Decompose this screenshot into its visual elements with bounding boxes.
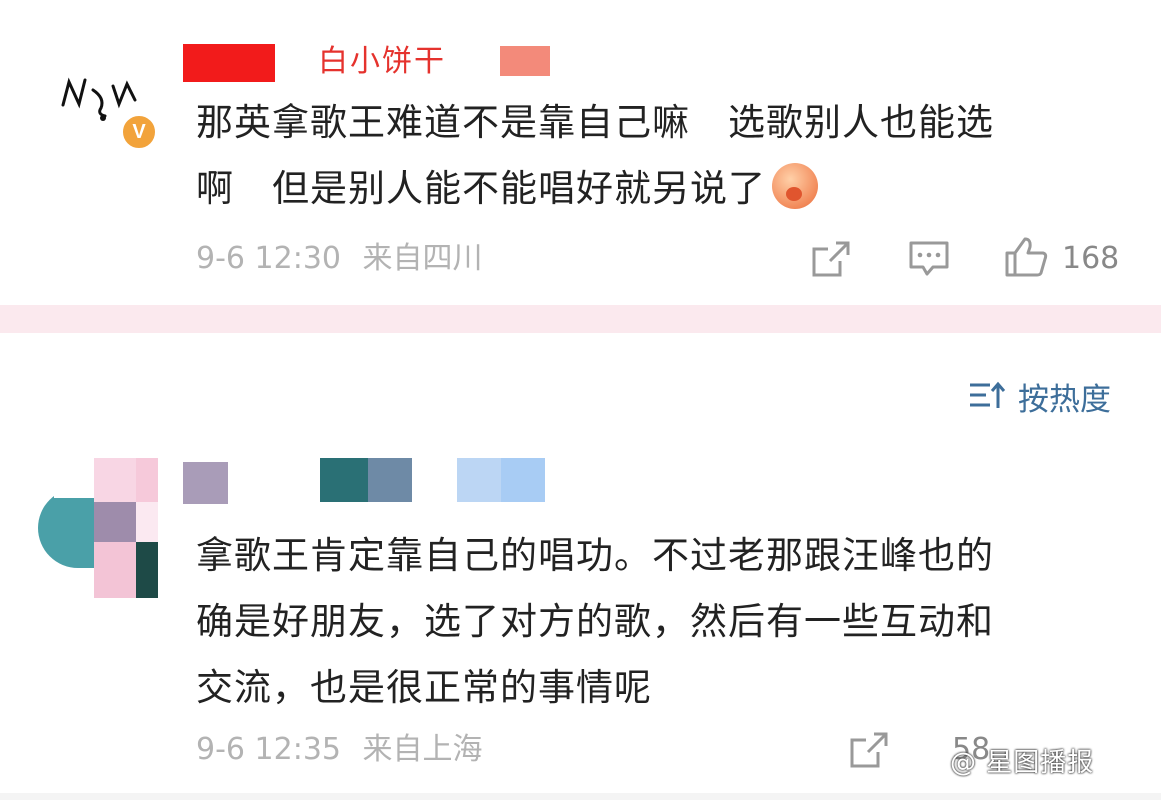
comment-line: 拿歌王肯定靠自己的唱功。不过老那跟汪峰也的 [196,534,994,577]
like-count: 168 [1062,241,1120,276]
section-divider [0,305,1161,333]
sort-icon [970,381,1006,408]
comment-line: 交流，也是很正常的事情呢 [196,666,652,709]
comment-location: 来自上海 [362,732,483,767]
comment-location: 来自四川 [362,241,483,276]
avatar[interactable] [38,458,158,598]
verified-badge: V [120,113,158,151]
comment-text: 拿歌王肯定靠自己的唱功。不过老那跟汪峰也的 确是好朋友，选了对方的歌，然后有一些… [196,523,994,721]
username-redaction [183,44,275,82]
username[interactable]: 白小饼干 [318,42,446,76]
comment-line: 那英拿歌王难道不是靠自己嘛 选歌别人也能选 [196,101,994,144]
comment-icon[interactable] [907,239,951,279]
watermark: @ 星图播报 [950,748,1095,778]
comment-time: 9-6 12:35 [196,732,341,767]
comment-line: 啊 但是别人能不能唱好就另说了 [196,156,994,222]
sort-label: 按热度 [1018,381,1111,418]
comment-time: 9-6 12:30 [196,241,341,276]
like-icon[interactable] [1003,235,1049,279]
comment-meta: 9-6 12:30 来自四川 [196,239,483,279]
sort-by-hot-button[interactable]: 按热度 [968,372,1111,420]
comment-meta: 9-6 12:35 来自上海 [196,730,483,770]
bottom-divider [0,793,1161,800]
comment-page: V 白小饼干 那英拿歌王难道不是靠自己嘛 选歌别人也能选 啊 但是别人能不能唱好… [0,0,1161,800]
comment-line: 确是好朋友，选了对方的歌，然后有一些互动和 [196,600,994,643]
share-icon[interactable] [810,239,852,279]
share-icon[interactable] [848,730,890,770]
covering-mouth-emoji-icon [772,163,818,209]
comment-text: 那英拿歌王难道不是靠自己嘛 选歌别人也能选 啊 但是别人能不能唱好就另说了 [196,90,994,222]
username-redaction [500,46,550,76]
